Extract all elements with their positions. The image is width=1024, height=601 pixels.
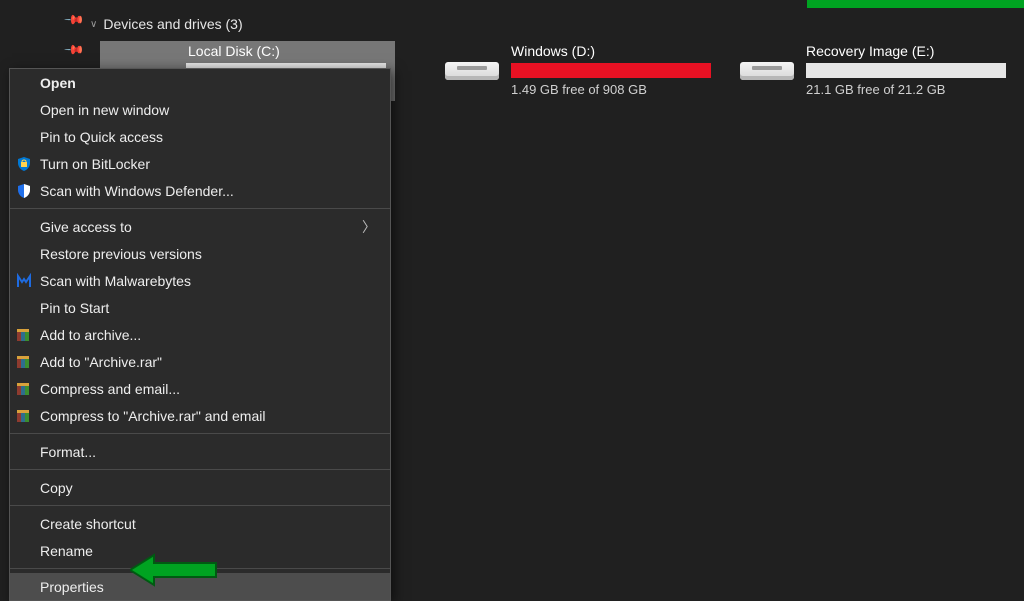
disk-icon xyxy=(445,56,499,84)
menu-item[interactable]: Turn on BitLocker xyxy=(10,150,390,177)
drive-name: Local Disk (C:) xyxy=(188,43,280,59)
menu-item[interactable]: Give access to 〉 xyxy=(10,213,390,240)
menu-item[interactable]: Scan with Windows Defender... xyxy=(10,177,390,204)
menu-item[interactable]: Open xyxy=(10,69,390,96)
chevron-right-icon: 〉 xyxy=(362,217,376,237)
menu-separator xyxy=(10,433,390,434)
menu-item[interactable]: Restore previous versions xyxy=(10,240,390,267)
shield-lock-icon xyxy=(16,156,32,172)
menu-item-label: Compress to "Archive.rar" and email xyxy=(40,408,265,424)
menu-item[interactable]: Compress to "Archive.rar" and email xyxy=(10,402,390,429)
m-logo-icon xyxy=(16,273,32,289)
drive-item[interactable]: Recovery Image (E:) 21.1 GB free of 21.2 … xyxy=(720,41,1015,101)
shield-icon xyxy=(16,183,32,199)
drive-usage-bar xyxy=(511,63,711,78)
books-icon xyxy=(16,381,32,397)
menu-item-label: Create shortcut xyxy=(40,516,136,532)
books-icon xyxy=(16,327,32,343)
disk-icon xyxy=(740,56,794,84)
menu-separator xyxy=(10,505,390,506)
menu-item-label: Add to archive... xyxy=(40,327,141,343)
pin-icon: 📌 xyxy=(63,39,86,62)
top-accent-bar xyxy=(807,0,1024,8)
menu-item-label: Rename xyxy=(40,543,93,559)
menu-item-label: Open in new window xyxy=(40,102,169,118)
drive-name: Windows (D:) xyxy=(511,43,595,59)
menu-separator xyxy=(10,469,390,470)
menu-item[interactable]: Add to archive... xyxy=(10,321,390,348)
menu-item-label: Pin to Start xyxy=(40,300,109,316)
books-icon xyxy=(16,408,32,424)
drive-free-text: 1.49 GB free of 908 GB xyxy=(511,82,647,97)
menu-item-label: Open xyxy=(40,75,76,91)
menu-item[interactable]: Add to "Archive.rar" xyxy=(10,348,390,375)
books-icon xyxy=(16,354,32,370)
menu-item-label: Add to "Archive.rar" xyxy=(40,354,162,370)
drive-usage-bar xyxy=(806,63,1006,78)
menu-item[interactable]: Compress and email... xyxy=(10,375,390,402)
menu-item-label: Pin to Quick access xyxy=(40,129,163,145)
chevron-down-icon: ∨ xyxy=(90,19,97,30)
annotation-arrow-icon xyxy=(130,553,220,590)
drive-name: Recovery Image (E:) xyxy=(806,43,934,59)
drive-free-text: 21.1 GB free of 21.2 GB xyxy=(806,82,945,97)
drive-item[interactable]: Windows (D:) 1.49 GB free of 908 GB xyxy=(425,41,720,101)
pin-icon: 📌 xyxy=(63,9,86,32)
section-header[interactable]: ∨ Devices and drives (3) xyxy=(90,16,243,32)
menu-separator xyxy=(10,208,390,209)
menu-item-label: Scan with Windows Defender... xyxy=(40,183,234,199)
menu-item-label: Compress and email... xyxy=(40,381,180,397)
menu-item-label: Restore previous versions xyxy=(40,246,202,262)
menu-item[interactable]: Pin to Start xyxy=(10,294,390,321)
menu-item[interactable]: Open in new window xyxy=(10,96,390,123)
menu-item-label: Copy xyxy=(40,480,73,496)
context-menu: Open Open in new window Pin to Quick acces… xyxy=(9,68,391,601)
menu-item-label: Turn on BitLocker xyxy=(40,156,150,172)
menu-item[interactable]: Format... xyxy=(10,438,390,465)
section-title: Devices and drives (3) xyxy=(103,16,242,32)
menu-item-label: Scan with Malwarebytes xyxy=(40,273,191,289)
menu-item[interactable]: Scan with Malwarebytes xyxy=(10,267,390,294)
menu-item[interactable]: Create shortcut xyxy=(10,510,390,537)
menu-item[interactable]: Pin to Quick access xyxy=(10,123,390,150)
menu-item-label: Format... xyxy=(40,444,96,460)
menu-item-label: Give access to xyxy=(40,219,132,235)
menu-item[interactable]: Copy xyxy=(10,474,390,501)
